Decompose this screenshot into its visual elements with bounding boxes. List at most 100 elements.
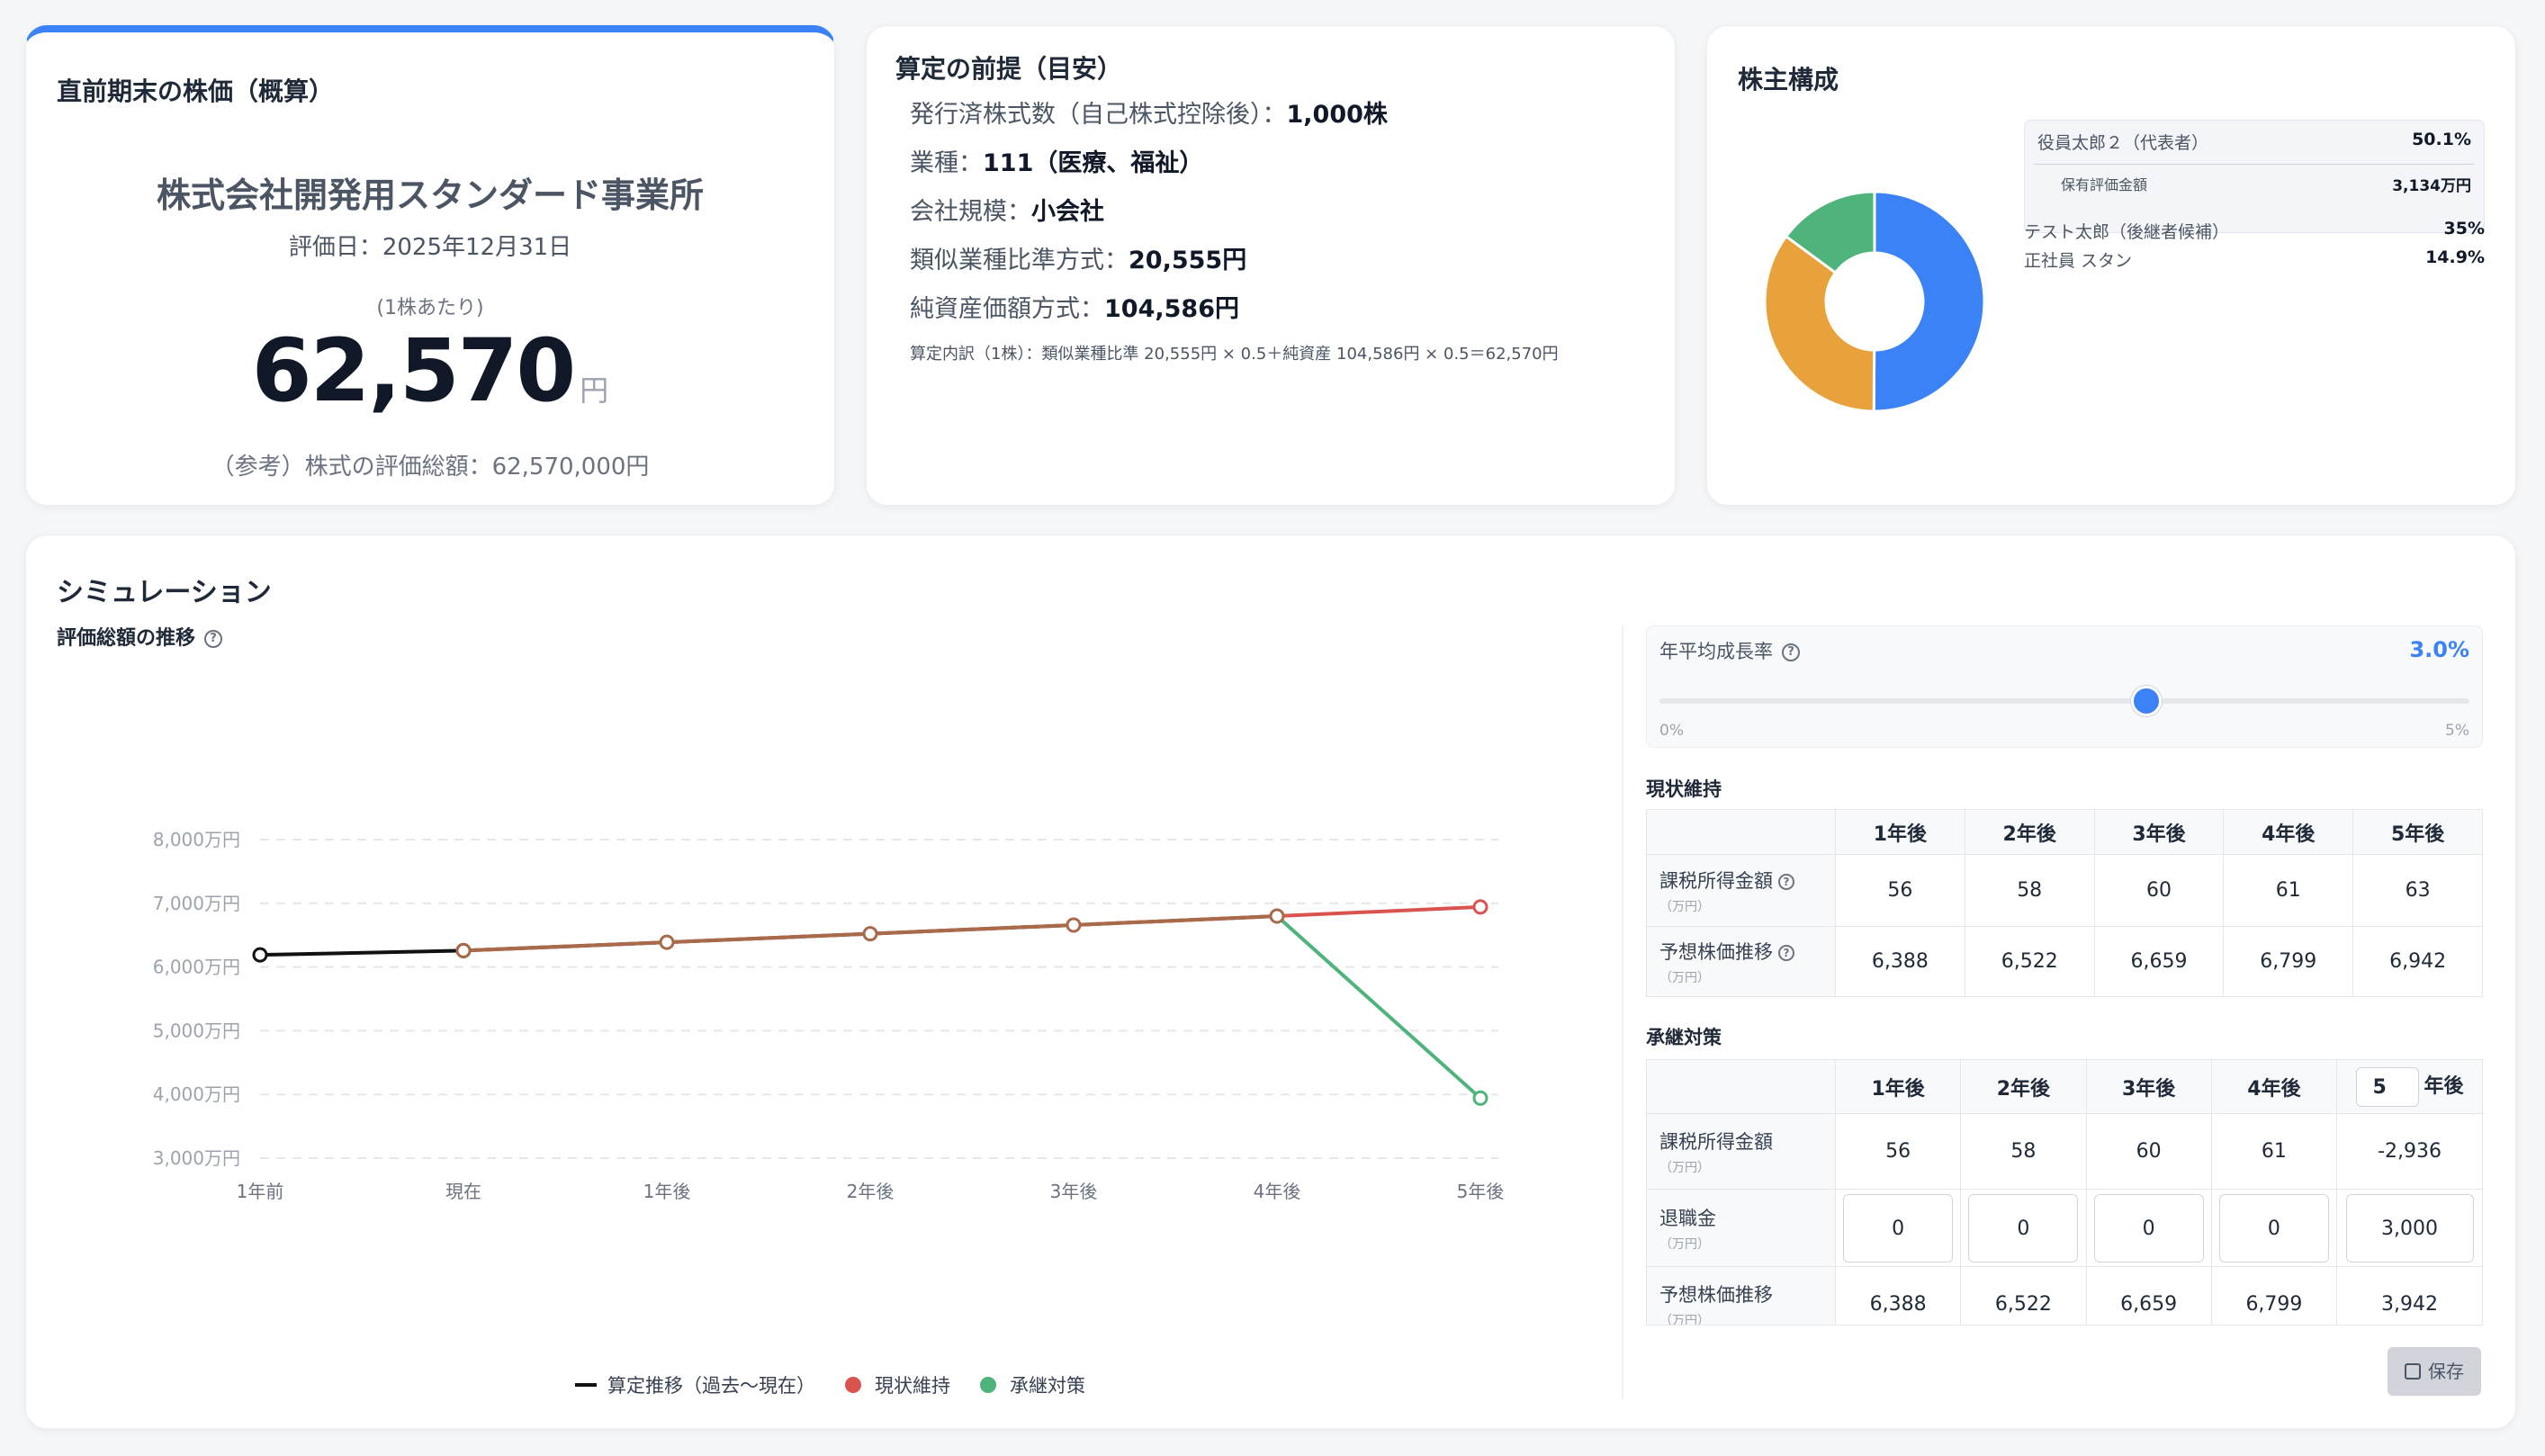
x-tick-label: 1年後 [643, 1181, 691, 1202]
premise-value: 104,586円 [1104, 295, 1239, 323]
retirement-input[interactable]: 3,000 [2345, 1193, 2474, 1263]
retirement-input[interactable]: 0 [2093, 1193, 2204, 1263]
company-name: 株式会社開発用スタンダード事業所 [156, 175, 704, 215]
data-point[interactable] [862, 926, 878, 942]
table-cell: 60 [2093, 854, 2225, 927]
y-tick-label: 8,000万円 [153, 829, 240, 850]
succession-title: 承継対策 [1646, 1027, 1722, 1048]
premise-value: 小会社 [1031, 198, 1104, 226]
data-point[interactable] [659, 934, 675, 950]
row-label: 課税所得金額 [1659, 1130, 1773, 1153]
help-icon[interactable]: ? [1778, 873, 1794, 890]
row-unit: （万円） [1659, 1160, 1710, 1175]
y-tick-label: 3,000万円 [153, 1147, 240, 1169]
col-header: 4年後 [2223, 809, 2354, 855]
price-unit: 円 [580, 373, 609, 408]
x-tick-label: 3年後 [1050, 1181, 1098, 1202]
row-unit: （万円） [1659, 970, 1710, 985]
series-line-0 [259, 948, 464, 957]
premise-label: 類似業種比準方式： [910, 247, 1129, 274]
stock-price-card: 直前期末の株価（概算） 株式会社開発用スタンダード事業所 評価日：2025年12… [25, 25, 835, 506]
retirement-input[interactable]: 0 [1968, 1193, 2079, 1263]
row-header: 退職金 （万円） [1646, 1189, 1836, 1267]
slider-max-label: 5% [2445, 722, 2469, 740]
data-point[interactable] [1472, 899, 1488, 915]
col-header: 4年後 [2210, 1059, 2338, 1114]
table-cell: 60 [2085, 1113, 2212, 1190]
holder-sub-value: 3,134万円 [2392, 177, 2471, 195]
col-header: 3年後 [2093, 809, 2225, 855]
table-row: 予想株価推移 （万円） 6,388 6,522 6,659 6,799 3,942 [1646, 1266, 2483, 1325]
col-header: 5年後 [2352, 809, 2483, 855]
total-valuation: （参考）株式の評価総額：62,570,000円 [211, 454, 650, 481]
data-point[interactable] [252, 947, 268, 963]
valuation-trend-chart: 3,000万円 4,000万円 5,000万円 6,000万円 7,000万円 8,000… [153, 829, 1505, 1397]
status-quo-table: 1年後 2年後 3年後 4年後 5年後 課税所得金額? （万円） 56 58 60… [1646, 809, 2483, 997]
y-tick-label: 5,000万円 [153, 1020, 240, 1041]
table-cell: 56 [1834, 1113, 1962, 1190]
premise-size: 会社規模：小会社 [910, 192, 1104, 227]
table-row: 課税所得金額? （万円） 56 58 60 61 63 [1646, 854, 2483, 927]
data-point[interactable] [1472, 1090, 1488, 1106]
col-header: 1年後 [1834, 1059, 1962, 1114]
premise-label: 純資産価額方式： [910, 295, 1104, 323]
premise-card: 算定の前提（目安） 発行済株式数（自己株式控除後）：1,000株 業種：111（… [866, 25, 1676, 506]
table-cell: 6,522 [1964, 926, 2095, 997]
shareholder-donut-chart[interactable] [1758, 184, 1992, 418]
row-label: 退職金 [1659, 1207, 1716, 1229]
row-unit: （万円） [1659, 899, 1710, 914]
table-cell: 0 [2085, 1189, 2212, 1267]
row-label: 予想株価推移 [1659, 1283, 1773, 1306]
retirement-input[interactable]: 0 [2218, 1193, 2329, 1263]
legend-label[interactable]: 算定推移（過去〜現在） [607, 1375, 815, 1397]
growth-rate-label-text: 年平均成長率 [1659, 641, 1773, 662]
col-header: 2年後 [1960, 1059, 2087, 1114]
price-row: 62,570 円 [26, 320, 834, 421]
data-point[interactable] [1066, 917, 1082, 933]
row-header: 課税所得金額? （万円） [1646, 854, 1836, 927]
table-cell: 6,799 [2210, 1266, 2338, 1325]
table-cell: 58 [1960, 1113, 2087, 1190]
table-cell: 61 [2210, 1113, 2338, 1190]
help-icon[interactable]: ? [1782, 643, 1800, 661]
holder-divider [2034, 164, 2475, 165]
succession-table-scroll[interactable]: 1年後 2年後 3年後 4年後 5 年後 課税所得金額 （万円） 56 58 60 … [1646, 1059, 2483, 1326]
legend-marker [980, 1377, 996, 1393]
help-icon[interactable]: ? [204, 630, 223, 648]
legend-label[interactable]: 現状維持 [875, 1375, 950, 1397]
data-point[interactable] [1269, 908, 1285, 924]
premise-label: 発行済株式数（自己株式控除後）： [910, 101, 1287, 129]
save-button[interactable]: 保存 [2388, 1347, 2481, 1396]
table-cell: 6,659 [2093, 926, 2225, 997]
holder-highlight[interactable]: 役員太郎２（代表者） 50.1% 保有評価金額 3,134万円 [2024, 120, 2485, 233]
premise-title: 算定の前提（目安） [895, 54, 1123, 84]
x-tick-label: 5年後 [1457, 1181, 1505, 1202]
per-share-label: (1株あたり) [376, 297, 484, 319]
table-cell: 0 [2210, 1189, 2338, 1267]
simulation-title: シミュレーション [57, 577, 272, 608]
row-header: 課税所得金額 （万円） [1646, 1113, 1836, 1190]
help-icon[interactable]: ? [1778, 944, 1794, 961]
retirement-input[interactable]: 0 [1843, 1193, 1954, 1263]
legend-label[interactable]: 承継対策 [1010, 1375, 1085, 1397]
data-point[interactable] [455, 942, 472, 958]
y-tick-label: 4,000万円 [153, 1083, 240, 1105]
table-cell: 61 [2223, 854, 2354, 927]
holder-pct: 14.9% [2425, 247, 2485, 267]
year-input[interactable]: 5 [2355, 1066, 2419, 1107]
holder-pct: 50.1% [2412, 130, 2471, 149]
growth-rate-slider-thumb[interactable] [2131, 686, 2163, 716]
growth-rate-slider-track[interactable] [1659, 698, 2469, 704]
premise-similar: 類似業種比準方式：20,555円 [910, 240, 1246, 275]
evaluation-date: 評価日：2025年12月31日 [288, 234, 572, 261]
table-corner [1646, 1059, 1836, 1114]
table-row: 予想株価推移? （万円） 6,388 6,522 6,659 6,799 6,94… [1646, 926, 2483, 997]
share-price-value: 62,570 [251, 320, 576, 421]
table-cell: 6,388 [1835, 926, 1965, 997]
holders-title: 株主構成 [1738, 65, 1839, 94]
x-tick-label: 1年前 [237, 1181, 284, 1202]
premise-shares: 発行済株式数（自己株式控除後）：1,000株 [910, 94, 1388, 130]
premise-label: 会社規模： [910, 198, 1031, 226]
donut-slice-0[interactable] [1872, 190, 1986, 413]
price-card-title: 直前期末の株価（概算） [57, 76, 335, 106]
